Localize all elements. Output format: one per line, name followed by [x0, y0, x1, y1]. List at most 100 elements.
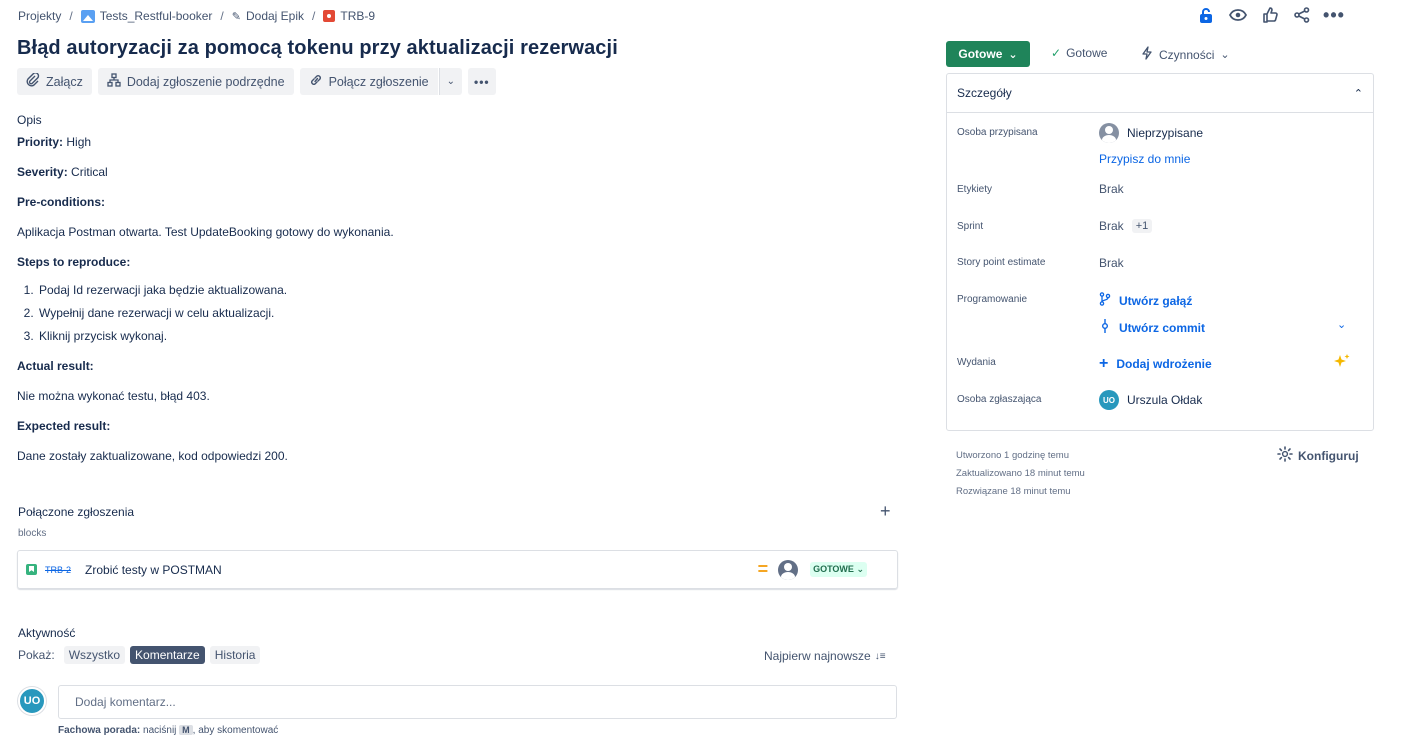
- unassigned-avatar[interactable]: [778, 559, 799, 580]
- status-label: Gotowe: [958, 47, 1003, 61]
- link-issue-dropdown[interactable]: ⌄: [438, 68, 463, 95]
- more-icon[interactable]: •••: [1318, 5, 1350, 26]
- resolution-label: Gotowe: [1066, 46, 1108, 60]
- breadcrumb-projects[interactable]: Projekty: [18, 9, 61, 23]
- lightning-icon: [1141, 46, 1153, 63]
- breadcrumb-project-label: Tests_Restful-booker: [99, 9, 213, 23]
- gear-icon: [1277, 446, 1293, 465]
- issue-header-actions: •••: [1190, 4, 1350, 26]
- severity-value: Critical: [71, 165, 108, 179]
- filter-all[interactable]: Wszystko: [63, 646, 126, 664]
- step-item: Podaj Id rezerwacji jaka będzie aktualiz…: [37, 281, 887, 299]
- sprint-label: Sprint: [957, 221, 984, 232]
- breadcrumb-separator: /: [220, 9, 224, 23]
- reporter-field[interactable]: UO Urszula Ołdak: [1099, 390, 1202, 410]
- chevron-down-icon: ⌄: [1220, 49, 1230, 61]
- sprint-field[interactable]: Brak +1: [1099, 219, 1153, 233]
- create-branch-link[interactable]: Utwórz gałąź: [1099, 292, 1192, 309]
- comment-input[interactable]: Dodaj komentarz...: [58, 685, 897, 719]
- attach-button[interactable]: Załącz: [17, 68, 92, 95]
- priority-line: Priority: High: [17, 133, 887, 151]
- add-deployment-link[interactable]: + Dodaj wdrożenie: [1099, 355, 1212, 373]
- pencil-icon: ✎: [231, 10, 241, 23]
- details-heading: Szczegóły: [957, 86, 1012, 100]
- preconditions-heading: Pre-conditions:: [17, 193, 887, 211]
- linked-issue-row[interactable]: TRB-2 Zrobić testy w POSTMAN = GOTOWE ⌄: [17, 550, 898, 589]
- breadcrumb-issue[interactable]: TRB-9: [323, 9, 375, 23]
- breadcrumb-project[interactable]: Tests_Restful-booker: [80, 9, 213, 23]
- configure-button[interactable]: Konfiguruj: [1277, 446, 1359, 465]
- unassigned-avatar: [1099, 123, 1119, 143]
- breadcrumb-epic[interactable]: ✎ Dodaj Epik: [232, 9, 304, 23]
- more-actions-button[interactable]: •••: [468, 68, 496, 95]
- labels-value[interactable]: Brak: [1099, 182, 1124, 196]
- reporter-label: Osoba zgłaszająca: [957, 394, 1042, 405]
- add-child-issue-button[interactable]: Dodaj zgłoszenie podrzędne: [97, 68, 294, 95]
- issue-title[interactable]: Błąd autoryzacji za pomocą tokenu przy a…: [17, 37, 618, 60]
- resolved-date: Rozwiązane 18 minut temu: [956, 486, 1071, 497]
- thumbs-up-icon[interactable]: [1254, 7, 1286, 23]
- add-link-plus-icon[interactable]: +: [880, 501, 891, 522]
- assignee-field[interactable]: Nieprzypisane: [1099, 123, 1203, 143]
- link-type-label: blocks: [18, 528, 47, 539]
- hierarchy-icon: [107, 73, 121, 90]
- more-icon: •••: [474, 74, 490, 89]
- sort-order-button[interactable]: Najpierw najnowsze ↓≡: [764, 649, 886, 663]
- status-button[interactable]: Gotowe ⌄: [946, 41, 1030, 67]
- issue-description[interactable]: Opis Priority: High Severity: Critical P…: [17, 113, 887, 477]
- steps-heading: Steps to reproduce:: [17, 253, 887, 271]
- story-points-value[interactable]: Brak: [1099, 256, 1124, 270]
- development-label: Programowanie: [957, 294, 1028, 305]
- severity-line: Severity: Critical: [17, 163, 887, 181]
- reporter-value: Urszula Ołdak: [1127, 393, 1203, 407]
- sort-icon: ↓≡: [874, 650, 886, 662]
- expected-label: Expected result:: [17, 419, 111, 433]
- tip-suffix: , aby skomentować: [192, 725, 279, 736]
- reporter-avatar: UO: [1099, 390, 1119, 410]
- tip-prefix: Fachowa porada:: [58, 725, 141, 736]
- sparkle-icon[interactable]: [1333, 353, 1351, 374]
- chevron-down-icon: ⌄: [446, 76, 456, 87]
- lock-icon[interactable]: [1190, 7, 1222, 23]
- show-label: Pokaż:: [18, 648, 55, 662]
- assign-to-me-link[interactable]: Przypisz do mnie: [1099, 152, 1190, 166]
- chevron-down-icon: ⌄: [1008, 48, 1018, 61]
- branch-icon: [1099, 292, 1111, 309]
- share-icon[interactable]: [1286, 7, 1318, 23]
- preconditions-text: Aplikacja Postman otwarta. Test UpdateBo…: [17, 225, 394, 239]
- priority-medium-icon: =: [757, 559, 769, 579]
- actual-label: Actual result:: [17, 359, 94, 373]
- plus-icon: +: [1099, 355, 1109, 372]
- breadcrumb-issue-key: TRB-9: [340, 9, 376, 23]
- create-commit-link[interactable]: Utwórz commit: [1099, 319, 1205, 336]
- activity-filters: Pokaż: Wszystko Komentarze Historia: [18, 645, 261, 665]
- check-icon: ✓: [1051, 46, 1062, 60]
- actual-heading: Actual result:: [17, 357, 887, 375]
- link-issue-button[interactable]: Połącz zgłoszenie: [299, 68, 438, 95]
- expected-heading: Expected result:: [17, 417, 887, 435]
- filter-history[interactable]: Historia: [209, 646, 261, 664]
- chevron-down-icon[interactable]: ⌄: [1337, 318, 1346, 331]
- issue-dates: Utworzono 1 godzinę temu Zaktualizowano …: [956, 447, 1085, 501]
- actions-label: Czynności: [1159, 47, 1215, 62]
- steps-label: Steps to reproduce:: [17, 255, 131, 269]
- actual-text: Nie można wykonać testu, błąd 403.: [17, 389, 210, 403]
- chevron-up-icon[interactable]: ⌃: [1354, 87, 1363, 100]
- linked-issue-summary[interactable]: Zrobić testy w POSTMAN: [85, 563, 222, 577]
- configure-label: Konfiguruj: [1298, 448, 1359, 463]
- filter-comments[interactable]: Komentarze: [130, 646, 205, 664]
- linked-issue-key[interactable]: TRB-2: [45, 565, 71, 575]
- expected-text: Dane zostały zaktualizowane, kod odpowie…: [17, 449, 288, 463]
- bug-icon: [323, 10, 336, 22]
- sprint-extra-badge[interactable]: +1: [1131, 219, 1153, 233]
- tip-mid: naciśnij: [143, 725, 177, 736]
- avatar[interactable]: UO: [18, 687, 46, 715]
- activity-heading: Aktywność: [18, 626, 76, 640]
- eye-icon[interactable]: [1222, 9, 1254, 21]
- story-icon: [26, 564, 37, 575]
- breadcrumb-separator: /: [69, 9, 73, 23]
- linked-issue-status[interactable]: GOTOWE ⌄: [810, 562, 867, 577]
- details-header[interactable]: Szczegóły ⌃: [947, 74, 1373, 113]
- link-issue-label: Połącz zgłoszenie: [328, 74, 429, 89]
- actions-button[interactable]: Czynności ⌄: [1141, 46, 1230, 63]
